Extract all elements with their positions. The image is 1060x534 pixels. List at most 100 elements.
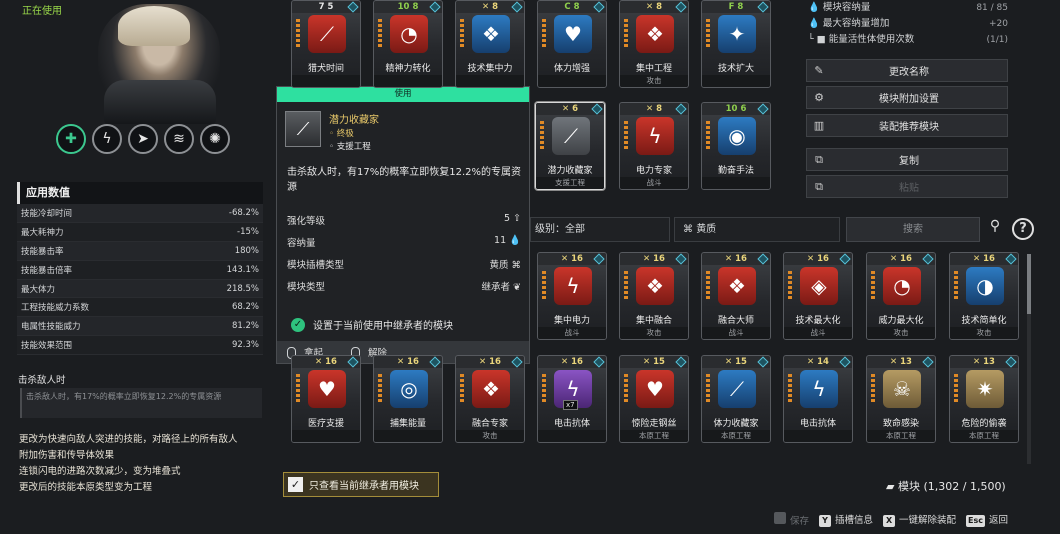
back-text: 返回: [989, 515, 1009, 526]
module-capacity-value: 15: [653, 357, 665, 367]
tier-filter[interactable]: 级别：全部: [530, 217, 670, 242]
stat-name: 工程技能威力系数: [21, 303, 90, 314]
socket-icon: 10: [725, 104, 738, 114]
module-card[interactable]: 7 5 ⟋ 猎犬时间: [291, 0, 361, 88]
socket-icon: ✕: [643, 254, 651, 264]
lightning-burst-icon[interactable]: ϟ: [92, 124, 122, 154]
module-card[interactable]: ✕ 16 ϟ 电击抗体: [537, 355, 607, 443]
type-label: 模块类型: [287, 282, 326, 293]
module-card[interactable]: ✕ 8 ❖ 技术集中力: [455, 0, 525, 88]
unequip-all-hint[interactable]: X 一键解除装配: [883, 512, 956, 527]
module-icon: ϟ: [554, 267, 592, 305]
tooltip-module-name: 潜力收藏家: [329, 115, 379, 126]
module-card[interactable]: 10 6 ◉ 勤奋手法: [701, 102, 771, 190]
module-card[interactable]: ✕ 16 ◑ 技术简单化 攻击: [949, 252, 1019, 340]
module-card[interactable]: ✕ 13 ✷ 危险的偷袭 本原工程: [949, 355, 1019, 443]
module-card[interactable]: ✕ 15 ♥ 惊险走钢丝 本原工程: [619, 355, 689, 443]
footer-hints: 保存 Y 插槽信息 X 一键解除装配 Esc 返回: [774, 512, 1008, 527]
module-card[interactable]: ✕ 16 ◎ 捕集能量: [373, 355, 443, 443]
socket-icon: ✕: [561, 104, 570, 114]
module-card[interactable]: ✕ 13 ☠ 致命感染 本原工程: [866, 355, 936, 443]
only-current-toggle[interactable]: ✓ 只查看当前继承者用模块: [283, 472, 439, 497]
module-card[interactable]: ✕ 8 ❖ 集中工程 攻击: [619, 0, 689, 88]
module-capacity-value: 8: [656, 2, 662, 12]
module-class: [292, 75, 360, 87]
module-card[interactable]: ✕ 16 ♥ 医疗支援: [291, 355, 361, 443]
module-card[interactable]: C 8 ♥ 体力增强: [537, 0, 607, 88]
module-class: [374, 75, 442, 87]
module-class: 攻击: [456, 430, 524, 442]
thunder-claw-icon[interactable]: ≋: [164, 124, 194, 154]
module-class: 战斗: [620, 177, 688, 189]
module-class: 战斗: [784, 327, 852, 339]
module-card[interactable]: ✕ 14 ϟ 电击抗体: [783, 355, 853, 443]
module-card[interactable]: ✕ 16 ◈ 技术最大化 战斗: [783, 252, 853, 340]
storm-orb-icon[interactable]: ✺: [200, 124, 230, 154]
module-icon: ◔: [390, 15, 428, 53]
module-card[interactable]: F 8 ✦ 技术扩大: [701, 0, 771, 88]
copy-button[interactable]: ⧉ 复制: [806, 148, 1008, 171]
capacity-num: 11: [494, 235, 507, 246]
module-card[interactable]: ✕ 16 ❖ 融合大师 战斗: [701, 252, 771, 340]
module-name: 集中工程: [635, 64, 672, 74]
module-capacity-value: 16: [571, 357, 583, 367]
module-capacity-value: 14: [817, 357, 829, 367]
module-card[interactable]: ✕ 16 ϟ 集中电力 战斗: [537, 252, 607, 340]
module-icon: ❖: [718, 267, 756, 305]
socket-icon: ✕: [973, 357, 981, 367]
socket-icon: 7: [318, 2, 325, 12]
effect-line: 连锁闪电的进路次数减少，变为堆叠式: [19, 466, 181, 477]
module-icon: ◎: [390, 370, 428, 408]
capacity-text: 模块容纳量: [822, 2, 871, 13]
search-input[interactable]: 搜索: [846, 217, 980, 242]
level-bars: [706, 374, 710, 404]
socket-row: 模块插槽类型 黄质 ⌘: [287, 257, 521, 271]
stat-value: -68.2%: [228, 207, 259, 218]
module-name: 技术简单化: [961, 316, 1007, 326]
back-hint[interactable]: Esc 返回: [966, 512, 1008, 527]
recommend-button[interactable]: ▥ 装配推荐模块: [806, 114, 1008, 137]
energy-value: (1/1): [986, 35, 1008, 45]
module-capacity-value: 8: [737, 2, 744, 12]
capacity-line: 💧 模块容纳量: [808, 2, 871, 13]
module-card[interactable]: ✕ 15 ⟋ 体力收藏家 本原工程: [701, 355, 771, 443]
socket-icon: ✕: [890, 254, 898, 264]
stat-name: 技能暴击率: [21, 246, 64, 257]
max-capacity-value: +20: [989, 19, 1008, 29]
chain-lightning-icon[interactable]: ➤: [128, 124, 158, 154]
info-hint[interactable]: Y 插槽信息: [819, 512, 873, 527]
socket-type-filter[interactable]: ⌘ 黄质: [674, 217, 840, 242]
module-name: 技术扩大: [717, 64, 754, 74]
module-class: 攻击: [620, 327, 688, 339]
module-name: 精神力转化: [385, 64, 431, 74]
class-text: 支援工程: [336, 142, 371, 152]
save-hint[interactable]: 保存: [774, 512, 809, 527]
module-card[interactable]: ✕ 6 ⟋ 潜力收藏家 支援工程: [535, 102, 605, 190]
socket-icon: ✕: [645, 104, 654, 114]
level-bars: [954, 374, 958, 404]
add-slot-button[interactable]: ⚙ 模块附加设置: [806, 86, 1008, 109]
module-card[interactable]: ✕ 16 ◔ 威力最大化 攻击: [866, 252, 936, 340]
module-card[interactable]: ✕ 16 ❖ 集中融合 攻击: [619, 252, 689, 340]
module-card[interactable]: ✕ 16 ❖ 融合专家 攻击: [455, 355, 525, 443]
module-card[interactable]: ✕ 8 ϟ 电力专家 战斗: [619, 102, 689, 190]
socket-icon: ✕: [645, 2, 654, 12]
help-icon[interactable]: ?: [1012, 218, 1034, 240]
module-capacity-value: 8: [492, 2, 498, 12]
module-class: 攻击: [950, 327, 1018, 339]
level-bars: [540, 121, 544, 151]
level-bars: [954, 271, 958, 301]
scroll-thumb[interactable]: [1027, 254, 1031, 314]
paste-button[interactable]: ⧉ 粘贴: [806, 175, 1008, 198]
rename-button[interactable]: ✎ 更改名称: [806, 59, 1008, 82]
level-bars: [624, 121, 628, 151]
module-icon: ❖: [472, 15, 510, 53]
search-icon[interactable]: ⚲: [984, 218, 1006, 240]
module-icon: ♥: [636, 370, 674, 408]
module-card[interactable]: 10 8 ◔ 精神力转化: [373, 0, 443, 88]
heal-drone-icon[interactable]: ✚: [56, 124, 86, 154]
level-bars: [706, 271, 710, 301]
module-count: ▰ 模块 (1,302 / 1,500): [886, 480, 1006, 493]
module-name: 惊险走钢丝: [631, 419, 677, 429]
only-current-text: 只查看当前继承者用模块: [309, 481, 419, 492]
